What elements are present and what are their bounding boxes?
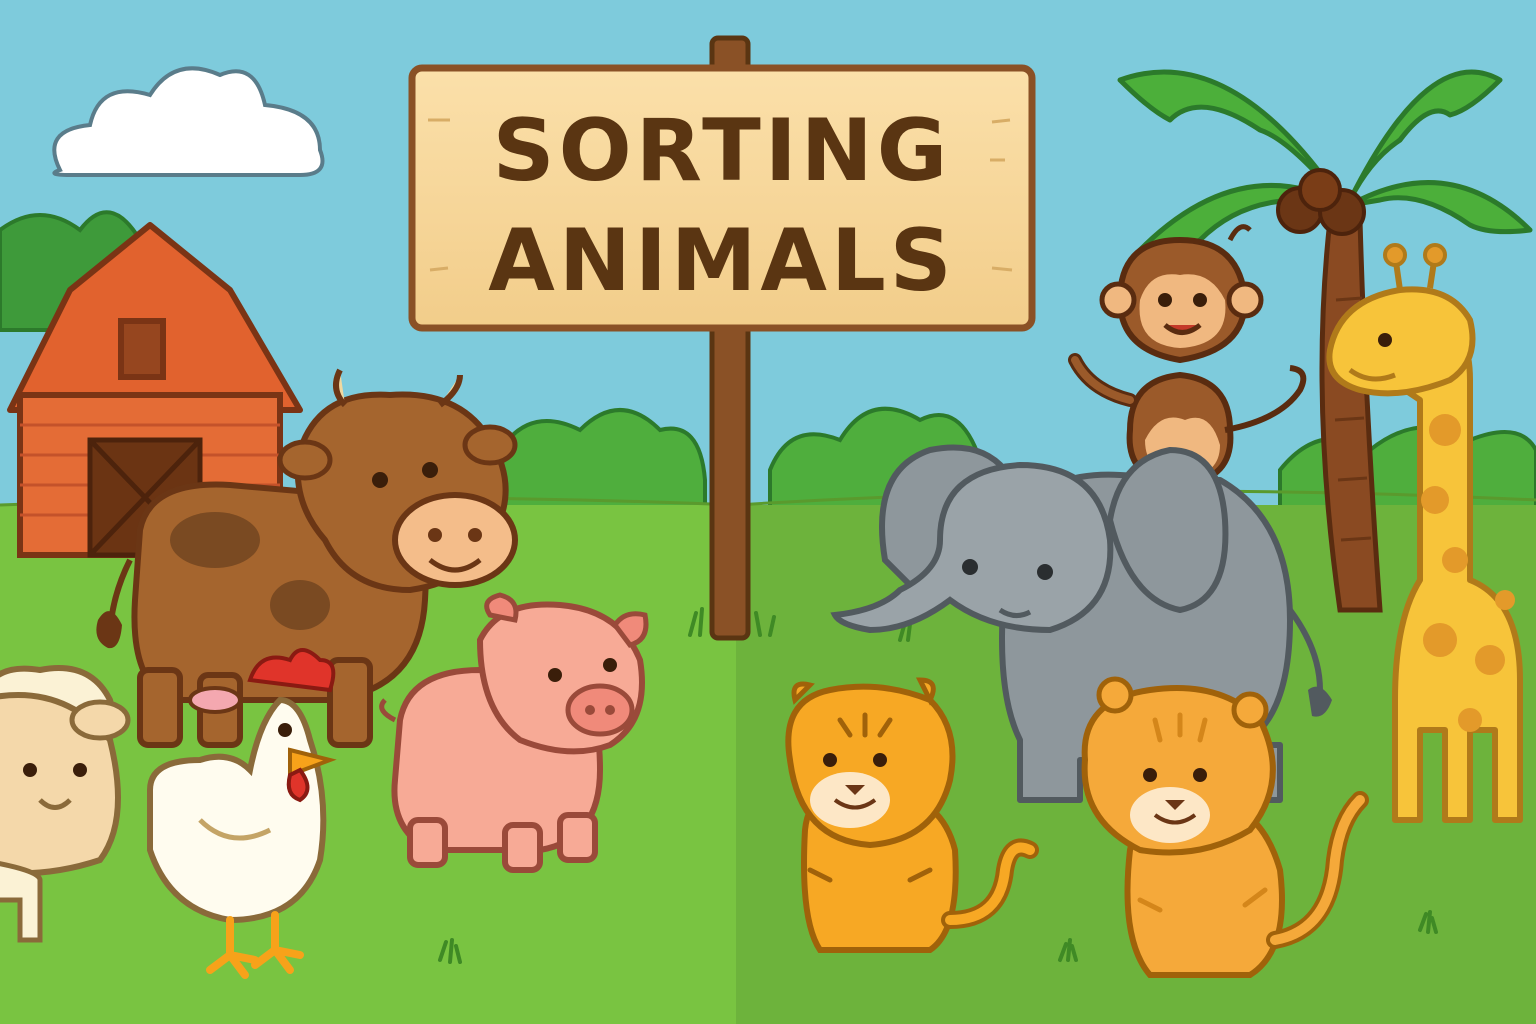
illustration-scene: SORTING ANIMALS [0, 0, 1536, 1024]
sign-title-line2: ANIMALS [488, 211, 955, 311]
sign-title-line1: SORTING [493, 101, 952, 201]
